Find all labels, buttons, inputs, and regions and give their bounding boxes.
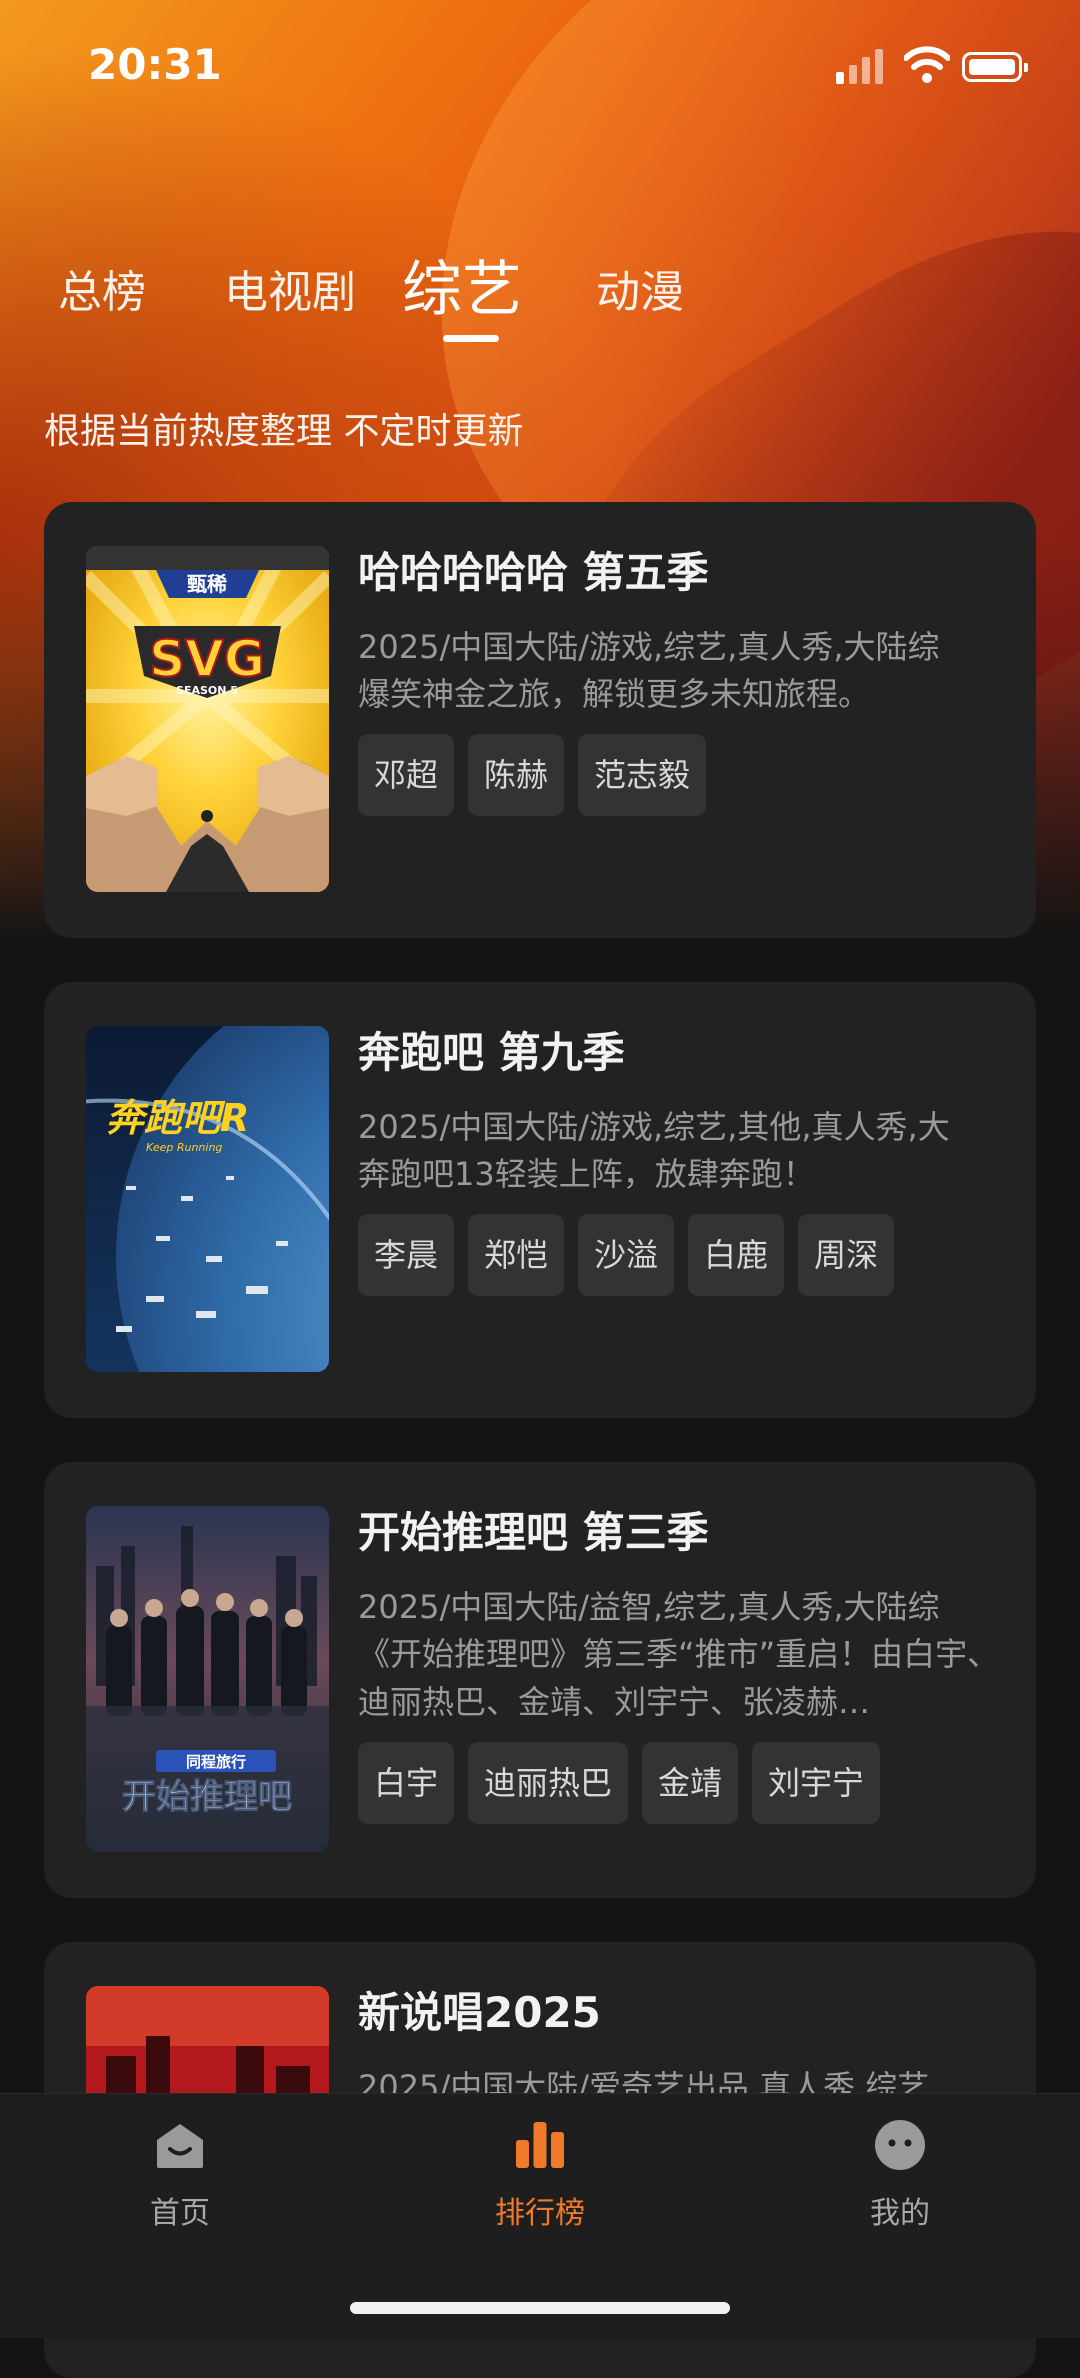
cast-tag[interactable]: 白鹿 [688,1214,785,1296]
cast-tag[interactable]: 刘宇宁 [752,1742,881,1824]
active-tab-indicator [443,335,499,342]
nav-home-label: 首页 [150,2196,210,2231]
status-time: 20:31 [88,40,222,89]
profile-icon [875,2120,925,2170]
item-description: 《开始推理吧》第三季“推市”重启！由白宇、迪丽热巴、金靖、刘宇宁、张凌赫… [358,1635,1000,1721]
nav-home[interactable]: 首页 [80,2094,280,2254]
poster-brand: 甄稀 [187,572,227,596]
item-meta: 2025/中国大陆/游戏,综艺,真人秀,大陆综 [358,628,940,666]
poster-logo: SVG [149,630,265,688]
ranking-subtitle: 根据当前热度整理 不定时更新 [44,411,524,452]
poster-image[interactable]: 奔跑吧R Keep Running [86,1026,329,1372]
tab-tv-series[interactable]: 电视剧 [224,256,356,320]
nav-ranking-label: 排行榜 [495,2196,585,2231]
tab-overall[interactable]: 总榜 [58,256,146,320]
home-icon [157,2124,203,2168]
ranking-chart-icon [516,2122,564,2168]
item-title[interactable]: 新说唱2025 [358,1986,1008,2040]
cast-tag[interactable]: 陈赫 [468,734,565,816]
category-tabs: 总榜 电视剧 综艺 动漫 [0,230,1080,350]
nav-profile[interactable]: 我的 [800,2094,1000,2254]
poster-season: SEASON 5 [176,684,238,697]
item-meta: 2025/中国大陆/游戏,综艺,其他,真人秀,大 [358,1108,950,1146]
cast-tag[interactable]: 迪丽热巴 [468,1742,629,1824]
nav-profile-label: 我的 [870,2196,930,2231]
bottom-nav: 首页 排行榜 我的 [0,2093,1080,2338]
poster-image[interactable]: 同程旅行 开始推理吧 [86,1506,329,1852]
cast-tag[interactable]: 李晨 [358,1214,455,1296]
cast-tag[interactable]: 范志毅 [578,734,707,816]
cellular-signal-icon [836,48,888,84]
item-description: 爆笑神金之旅，解锁更多未知旅程。 [358,675,871,713]
list-item[interactable]: 奔跑吧R Keep Running 奔跑吧 第九季 2025/中国大陆/游戏,综… [44,982,1036,1418]
item-description: 奔跑吧13轻装上阵，放肆奔跑！ [358,1155,815,1193]
nav-ranking[interactable]: 排行榜 [440,2094,640,2254]
cast-tag[interactable]: 郑恺 [468,1214,565,1296]
poster-sponsor: 同程旅行 [186,1753,246,1771]
battery-icon [962,52,1028,82]
poster-image[interactable]: 甄稀 SVG SEASON 5 [86,546,329,892]
tab-anime[interactable]: 动漫 [596,256,684,320]
cast-tag[interactable]: 沙溢 [578,1214,675,1296]
cast-tag[interactable]: 金靖 [642,1742,739,1824]
cast-tags: 邓超 陈赫 范志毅 [358,734,1008,816]
item-title[interactable]: 哈哈哈哈哈 第五季 [358,546,1008,600]
status-bar: 20:31 [0,0,1080,140]
cast-tag[interactable]: 周深 [798,1214,895,1296]
item-meta: 2025/中国大陆/益智,综艺,真人秀,大陆综 [358,1588,940,1626]
cast-tag[interactable]: 白宇 [358,1742,455,1824]
item-title[interactable]: 开始推理吧 第三季 [358,1506,1008,1560]
poster-logo: 开始推理吧 [122,1777,292,1817]
cast-tags: 白宇 迪丽热巴 金靖 刘宇宁 [358,1742,1008,1824]
wifi-icon [904,46,950,83]
list-item[interactable]: 同程旅行 开始推理吧 开始推理吧 第三季 2025/中国大陆/益智,综艺,真人秀… [44,1462,1036,1898]
item-title[interactable]: 奔跑吧 第九季 [358,1026,1008,1080]
cast-tags: 李晨 郑恺 沙溢 白鹿 周深 [358,1214,1008,1296]
list-item[interactable]: 甄稀 SVG SEASON 5 哈哈哈哈哈 第五季 2025/中国大陆/游戏,综… [44,502,1036,938]
cast-tag[interactable]: 邓超 [358,734,455,816]
home-indicator[interactable] [350,2302,730,2314]
tab-variety[interactable]: 综艺 [402,241,522,328]
poster-logo: 奔跑吧R [106,1096,249,1140]
poster-subtitle: Keep Running [146,1141,222,1154]
